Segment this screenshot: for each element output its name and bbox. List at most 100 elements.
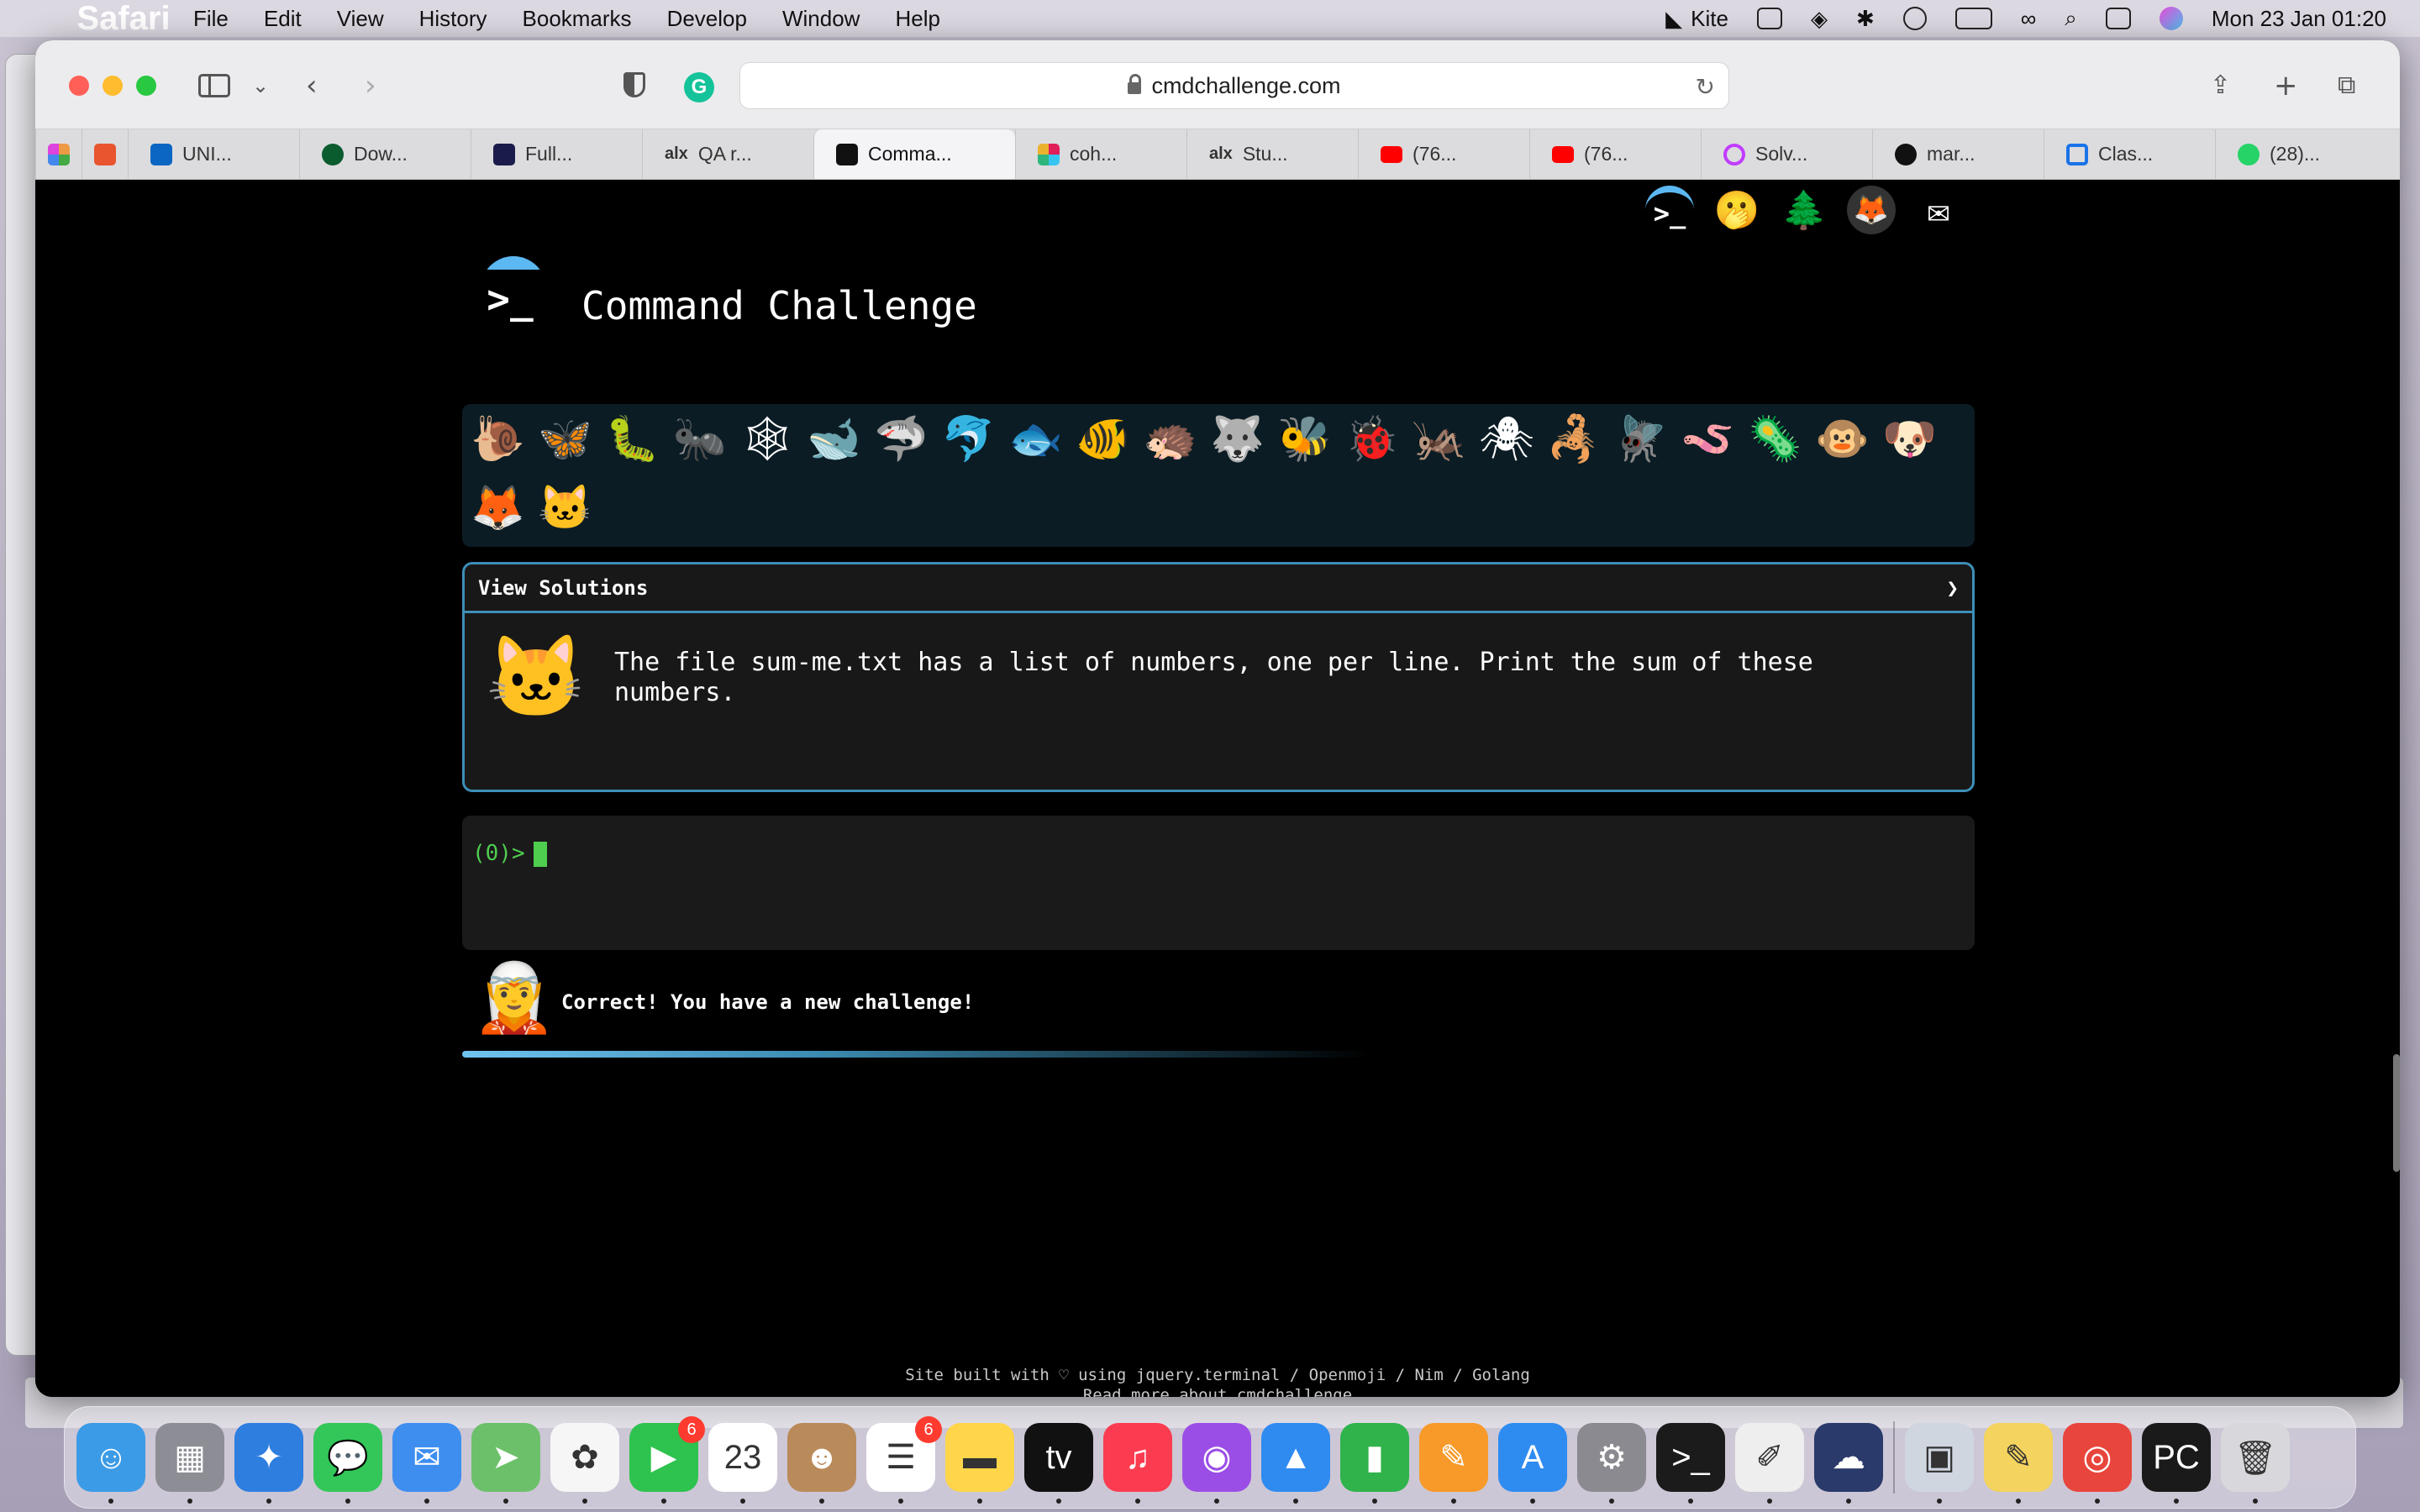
badge-icon[interactable]: 🐞 [1344,409,1399,470]
footer-about-link[interactable]: Read more about cmdchallenge [35,1385,2400,1397]
dock-app-finder[interactable]: ☺ [76,1423,145,1504]
dock-app-script-editor[interactable]: ✐ [1735,1423,1804,1504]
badge-icon[interactable]: 🦠 [1748,409,1802,470]
badge-icon[interactable]: 🐝 [1277,409,1332,470]
dock-app-cloud-app[interactable]: ☁ [1814,1423,1883,1504]
dock-app-mail[interactable]: ✉ [392,1423,461,1504]
badge-icon[interactable]: 🐱 [538,478,592,538]
terminal-input[interactable]: (0)> [462,816,1975,950]
dock-app-reminders[interactable]: ☰ 6 [866,1416,942,1504]
chevron-down-icon[interactable]: ⌄ [252,71,269,101]
badge-icon[interactable]: 🐬 [941,409,996,470]
mail-icon[interactable]: ✉ [1914,186,1963,234]
dock-app-app-store[interactable]: A [1498,1423,1567,1504]
badge-icon[interactable]: 🐶 [1882,409,1937,470]
dock-app-pycharm[interactable]: PC [2142,1423,2211,1504]
menu-clock[interactable]: Mon 23 Jan 01:20 [2212,6,2386,32]
siri-icon[interactable] [2159,7,2183,30]
badge-icon[interactable]: 🐜 [672,409,727,470]
dock-app-notes[interactable]: ▬ [945,1423,1014,1504]
tab-mongodb[interactable]: Dow... [299,129,471,179]
tab-youtube-1[interactable]: (76... [1358,129,1529,179]
menu-bookmarks[interactable]: Bookmarks [523,6,632,32]
tree-icon[interactable]: 🌲 [1780,186,1828,234]
dock-app-calendar[interactable]: 23 [708,1423,777,1504]
dock-app-safari[interactable]: ✦ [234,1423,303,1504]
badge-icon[interactable]: 🐋 [807,409,861,470]
badge-icon[interactable]: 🪱 [1681,409,1735,470]
pinned-tab-1[interactable] [35,129,82,179]
menu-history[interactable]: History [419,6,487,32]
tab-classroom[interactable]: Clas... [2044,129,2215,179]
scrollbar[interactable] [2393,1054,2400,1172]
tab-cmdchallenge[interactable]: Comma... [813,129,1015,179]
dock-app-trash[interactable]: 🗑 [2221,1423,2290,1504]
dock-app-maps[interactable]: ➤ [471,1423,540,1504]
user-icon[interactable] [1902,7,1927,30]
back-button[interactable]: ‹ [306,71,318,101]
display-icon[interactable] [1756,8,1782,29]
tab-alx-students[interactable]: alx Stu... [1186,129,1358,179]
grammarly-extension-icon[interactable]: G [684,72,714,102]
badge-icon[interactable]: 🐌 [471,409,525,470]
sidebar-toggle-icon[interactable] [198,74,230,97]
tab-fullstack[interactable]: Full... [471,129,642,179]
dock-app-pages[interactable]: ✎ [1419,1423,1488,1504]
badge-icon[interactable]: 🕷 [1479,409,1534,470]
dock-app-launchpad[interactable]: ▦ [155,1423,224,1504]
badge-icon[interactable]: 🐵 [1815,409,1870,470]
menu-edit[interactable]: Edit [264,6,302,32]
pinned-tab-2[interactable] [82,129,128,179]
tab-github[interactable]: mar... [1872,129,2044,179]
menu-window[interactable]: Window [782,6,860,32]
kite-status-item[interactable]: ◣ Kite [1665,6,1728,32]
view-solutions-toggle[interactable]: View Solutions ❯ [465,564,1972,613]
tab-whatsapp[interactable]: (28)... [2215,129,2391,179]
whisper-face-icon[interactable]: 🫢 [1712,186,1761,234]
fullscreen-window-button[interactable] [136,76,156,96]
dock-app-contacts[interactable]: ☻ [787,1423,856,1504]
control-center-icon[interactable] [2105,8,2131,29]
badge-icon[interactable]: 🐛 [605,409,660,470]
badge-icon[interactable]: 🦊 [471,478,525,538]
dock-app-numbers[interactable]: ▮ [1340,1423,1409,1504]
tab-solve[interactable]: Solv... [1701,129,1872,179]
terminal-icon[interactable]: >_ [1645,186,1694,234]
dock-app-stickies[interactable]: ✎ [1984,1423,2053,1504]
gitlab-icon[interactable]: 🦊 [1847,186,1896,234]
dock-app-preview[interactable]: ▣ [1905,1423,1974,1504]
dock-app-facetime[interactable]: ▶ 6 [629,1416,705,1504]
search-icon[interactable]: ⌕ [2065,5,2077,32]
badge-icon[interactable]: 🐠 [1076,409,1130,470]
menu-develop[interactable]: Develop [667,6,747,32]
tab-slack[interactable]: coh... [1015,129,1186,179]
reload-icon[interactable]: ↻ [1696,73,1715,101]
menu-file[interactable]: File [193,6,229,32]
privacy-shield-icon[interactable] [623,72,645,97]
dock-app-music[interactable]: ♫ [1103,1423,1172,1504]
badge-icon[interactable]: 🦂 [1546,409,1601,470]
dock-app-system-preferences[interactable]: ⚙ [1577,1423,1646,1504]
tab-youtube-2[interactable]: (76... [1529,129,1701,179]
dock-app-podcasts[interactable]: ◉ [1182,1423,1251,1504]
tab-linkedin[interactable]: UNI... [128,129,299,179]
dock-app-messages[interactable]: 💬 [313,1423,382,1504]
battery-icon[interactable] [1954,8,1992,29]
menu-help[interactable]: Help [895,6,939,32]
footer-credits[interactable]: Site built with ♡ using jquery.terminal … [35,1365,2400,1385]
badge-icon[interactable]: 🦋 [538,409,592,470]
share-icon[interactable]: ⇪ [2210,71,2231,101]
layers-icon[interactable]: ◈ [1811,6,1828,32]
dock-app-tv[interactable]: tv [1024,1423,1093,1504]
dock-app-terminal[interactable]: >_ [1656,1423,1725,1504]
tab-alx-qa[interactable]: alx QA r... [642,129,813,179]
badge-icon[interactable]: 🦈 [874,409,929,470]
link-icon[interactable]: ∞ [2021,6,2037,32]
dock-app-photos[interactable]: ✿ [550,1423,619,1504]
badge-icon[interactable]: 🦔 [1143,409,1197,470]
badge-icon[interactable]: 🦗 [1412,409,1466,470]
badge-icon[interactable]: 🕸 [739,409,795,470]
badge-icon[interactable]: 🐺 [1210,409,1265,470]
new-tab-icon[interactable]: + [2274,71,2298,101]
tab-overview-icon[interactable]: ⧉ [2338,71,2355,101]
